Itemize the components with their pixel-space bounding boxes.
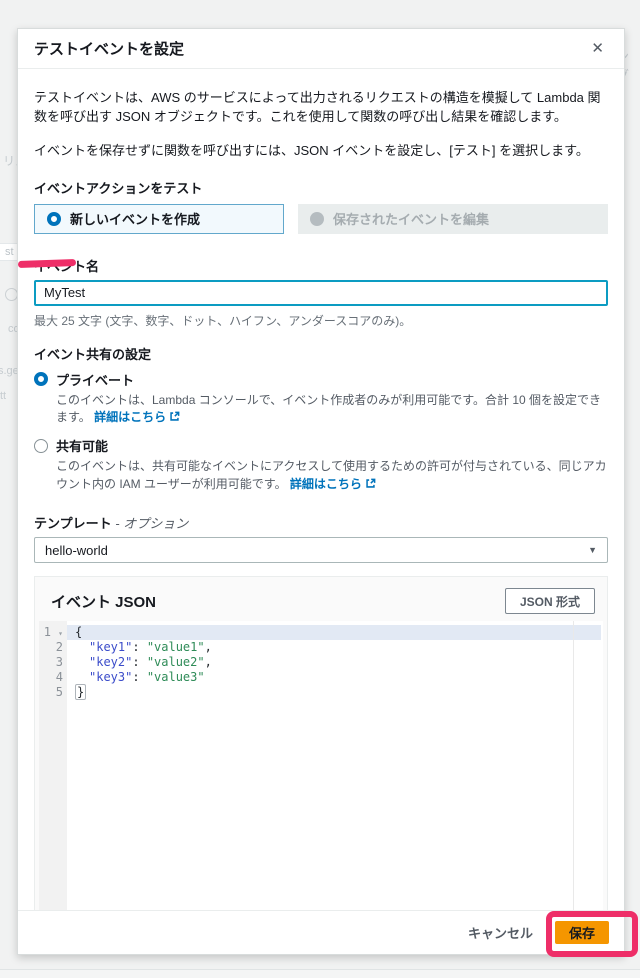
page-footer-divider: [0, 969, 640, 978]
code-text: "key2": "value2",: [89, 655, 212, 670]
event-action-segmented-control: 新しいイベントを作成 保存されたイベントを編集: [34, 203, 608, 234]
event-name-label: イベント名: [34, 256, 608, 275]
modal-body: テストイベントは、AWS のサービスによって出力されるリクエストの構造を模擬して…: [18, 69, 624, 910]
line-number: 2: [55, 640, 63, 655]
code-line: 1 ▾ {: [39, 625, 603, 640]
json-code-editor[interactable]: 1 ▾ { 2 "key1": "value1", 3 "key2": "val…: [39, 621, 603, 910]
json-format-button[interactable]: JSON 形式: [504, 588, 595, 615]
event-json-panel: イベント JSON JSON 形式 1 ▾ { 2 "key1": "value…: [34, 576, 608, 910]
event-sharing-label: イベント共有の設定: [34, 346, 152, 362]
radio-private-description: このイベントは、Lambda コンソールで、イベント作成者のみが利用可能です。合…: [56, 392, 608, 428]
code-text: "key1": "value1",: [89, 640, 212, 655]
background-fragment: tt: [0, 390, 7, 402]
radio-disabled-icon: [310, 211, 324, 226]
external-link-icon: [365, 477, 376, 494]
code-line: 3 "key2": "value2",: [39, 655, 603, 670]
line-number: 1 ▾: [43, 625, 63, 640]
template-label-optional: - オプション: [115, 516, 189, 532]
radio-private[interactable]: プライベート: [34, 370, 608, 389]
learn-more-link[interactable]: 詳細はこちら: [94, 410, 180, 424]
radio-unselected-icon: [34, 438, 48, 453]
radio-shareable-label: 共有可能: [56, 439, 109, 455]
radio-shareable[interactable]: 共有可能: [34, 436, 608, 455]
radio-selected-icon: [34, 372, 48, 387]
background-fragment: s.ge: [0, 365, 19, 377]
segment-label: 保存されたイベントを編集: [333, 212, 490, 228]
link-text: 詳細はこちら: [94, 409, 167, 424]
event-action-label: イベントアクションをテスト: [34, 180, 203, 196]
code-line: 5 }: [39, 684, 603, 701]
link-text: 詳細はこちら: [289, 476, 362, 491]
lambda-console-page: ング リス st co s.ge tt テストイベントを設定 ✕ テストイベント…: [0, 0, 640, 978]
modal-footer: キャンセル 保存: [18, 910, 624, 954]
cancel-button[interactable]: キャンセル: [468, 923, 533, 942]
annotation-save-highlight: [546, 911, 638, 957]
intro-paragraph: テストイベントは、AWS のサービスによって出力されるリクエストの構造を模擬して…: [34, 90, 601, 124]
fold-caret-icon[interactable]: ▾: [58, 629, 63, 638]
code-text: "key3": "value3": [89, 670, 205, 685]
code-line: 4 "key3": "value3": [39, 670, 603, 685]
modal-title: テストイベントを設定: [34, 41, 185, 58]
event-json-title: イベント JSON: [51, 593, 157, 611]
line-number: 4: [55, 670, 63, 685]
radio-private-label: プライベート: [56, 372, 135, 388]
segment-edit-saved-event: 保存されたイベントを編集: [298, 203, 608, 234]
template-label-main: テンプレート: [34, 516, 112, 532]
line-number: 5: [55, 685, 63, 700]
configure-test-event-modal: テストイベントを設定 ✕ テストイベントは、AWS のサービスによって出力される…: [17, 28, 625, 955]
intro-paragraph-2: イベントを保存せずに関数を呼び出すには、JSON イベントを設定し、[テスト] …: [34, 142, 589, 158]
close-icon[interactable]: ✕: [591, 41, 604, 56]
chevron-down-icon: ▼: [588, 545, 597, 556]
event-name-input[interactable]: [34, 279, 608, 306]
code-text: }: [75, 684, 87, 701]
radio-selected-icon: [47, 211, 61, 226]
line-number: 3: [55, 655, 63, 670]
segment-label: 新しいイベントを作成: [70, 212, 201, 228]
learn-more-link[interactable]: 詳細はこちら: [290, 477, 376, 491]
modal-header: テストイベントを設定 ✕: [18, 29, 624, 69]
template-select[interactable]: hello-world ▼: [34, 537, 608, 564]
template-label: テンプレート - オプション: [34, 513, 608, 532]
event-name-constraint: 最大 25 文字 (文字、数字、ドット、ハイフン、アンダースコアのみ)。: [34, 313, 412, 328]
code-line: 2 "key1": "value1",: [39, 640, 603, 655]
segment-create-new-event[interactable]: 新しいイベントを作成: [34, 203, 284, 234]
event-json-panel-header: イベント JSON JSON 形式: [39, 577, 603, 621]
radio-shareable-description: このイベントは、共有可能なイベントにアクセスして使用するための許可が付与されてい…: [56, 458, 608, 494]
external-link-icon: [169, 410, 180, 427]
template-selected-value: hello-world: [45, 542, 108, 558]
code-text: {: [75, 625, 83, 640]
